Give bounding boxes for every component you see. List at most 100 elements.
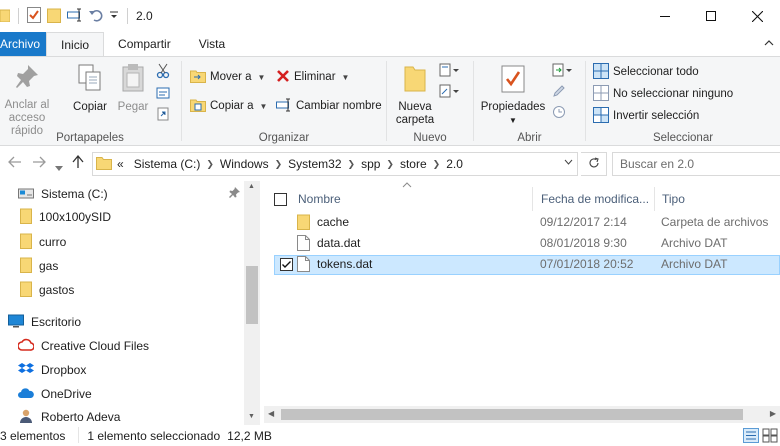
table-row-selected[interactable]: tokens.dat 07/01/2018 20:52 Archivo DAT bbox=[274, 255, 780, 275]
tab-inicio[interactable]: Inicio bbox=[46, 32, 105, 57]
address-overflow[interactable]: « bbox=[112, 157, 129, 171]
collapse-ribbon-icon[interactable] bbox=[764, 36, 774, 50]
breadcrumb-system32[interactable]: System32 bbox=[283, 157, 346, 171]
nav-item-escritorio[interactable]: Escritorio bbox=[8, 311, 81, 333]
easy-access-icon[interactable] bbox=[439, 84, 461, 101]
breadcrumb-2-0[interactable]: 2.0 bbox=[441, 157, 468, 171]
column-divider[interactable] bbox=[532, 187, 533, 211]
chevron-down-icon[interactable] bbox=[564, 157, 573, 167]
scrollbar-thumb[interactable] bbox=[246, 266, 258, 324]
file-name: cache bbox=[317, 215, 350, 229]
properties-icon[interactable] bbox=[27, 6, 41, 26]
breadcrumb-windows[interactable]: Windows bbox=[215, 157, 274, 171]
back-button[interactable] bbox=[8, 155, 22, 171]
desktop-icon bbox=[8, 314, 24, 331]
scroll-right-icon[interactable]: ▶ bbox=[770, 409, 776, 418]
nav-item-sistema[interactable]: Sistema (C:) bbox=[18, 183, 108, 205]
breadcrumb-sistema[interactable]: Sistema (C:) bbox=[129, 157, 206, 171]
maximize-button[interactable] bbox=[688, 0, 734, 32]
up-button[interactable] bbox=[72, 154, 84, 172]
delete-button[interactable]: Eliminar ▼ bbox=[276, 68, 349, 86]
column-header-date[interactable]: Fecha de modifica... bbox=[541, 187, 656, 211]
properties-button[interactable]: Propiedades ▼ bbox=[478, 63, 548, 127]
row-checkbox[interactable] bbox=[280, 258, 293, 274]
select-all-checkbox[interactable] bbox=[274, 187, 287, 211]
tab-vista[interactable]: Vista bbox=[185, 32, 239, 56]
cut-icon[interactable] bbox=[156, 63, 170, 82]
folder-icon bbox=[20, 257, 32, 276]
properties-icon bbox=[501, 63, 525, 97]
copy-button[interactable]: Copiar bbox=[70, 63, 110, 114]
nav-pane-scrollbar[interactable]: ▲ ▼ bbox=[244, 181, 260, 425]
search-input[interactable]: Buscar en 2.0 bbox=[612, 152, 780, 176]
scroll-up-icon[interactable]: ▲ bbox=[248, 183, 255, 190]
tab-compartir[interactable]: Compartir bbox=[104, 32, 185, 56]
folder-icon bbox=[96, 156, 112, 173]
minimize-button[interactable] bbox=[642, 0, 688, 32]
table-row[interactable]: data.dat 08/01/2018 9:30 Archivo DAT bbox=[274, 234, 780, 254]
pin-quick-access-button[interactable]: Anclar al acceso rápido bbox=[0, 63, 62, 138]
column-header-name[interactable]: Nombre bbox=[298, 187, 526, 211]
refresh-icon bbox=[588, 156, 600, 172]
nav-item-curro[interactable]: curro bbox=[20, 231, 66, 253]
creative-cloud-icon bbox=[17, 338, 35, 355]
scroll-left-icon[interactable]: ◀ bbox=[268, 409, 274, 418]
file-type: Carpeta de archivos bbox=[661, 215, 769, 229]
details-view-icon[interactable] bbox=[743, 428, 759, 446]
folder-icon bbox=[20, 233, 32, 252]
chevron-down-icon: ▼ bbox=[509, 116, 517, 125]
paste-shortcut-icon[interactable] bbox=[156, 107, 170, 124]
table-row[interactable]: cache 09/12/2017 2:14 Carpeta de archivo… bbox=[274, 213, 780, 233]
new-folder-icon[interactable] bbox=[47, 7, 61, 26]
recent-locations-button[interactable] bbox=[55, 159, 63, 175]
item-count: 3 elementos bbox=[0, 428, 66, 443]
nav-item-dropbox[interactable]: Dropbox bbox=[18, 359, 86, 381]
paste-button[interactable]: Pegar bbox=[113, 63, 153, 114]
large-icons-view-icon[interactable] bbox=[762, 428, 778, 446]
breadcrumb-store[interactable]: store bbox=[395, 157, 432, 171]
column-divider[interactable] bbox=[654, 187, 655, 211]
breadcrumb-spp[interactable]: spp bbox=[356, 157, 385, 171]
chevron-right-icon[interactable]: ❯ bbox=[347, 159, 357, 170]
file-list-scrollbar[interactable]: ◀ ▶ bbox=[264, 406, 780, 423]
chevron-right-icon[interactable]: ❯ bbox=[432, 159, 442, 170]
copy-path-icon[interactable] bbox=[156, 86, 170, 103]
rename-button[interactable]: Cambiar nombre bbox=[276, 97, 382, 115]
copy-to-button[interactable]: Copiar a ▼ bbox=[190, 97, 267, 115]
checkbox[interactable] bbox=[274, 192, 287, 206]
nav-item-100x100ysid[interactable]: 100x100ySID bbox=[20, 206, 111, 228]
nav-item-onedrive[interactable]: OneDrive bbox=[18, 383, 92, 405]
chevron-right-icon[interactable]: ❯ bbox=[274, 159, 284, 170]
invert-selection-button[interactable]: Invertir selección bbox=[593, 106, 699, 125]
pin-icon[interactable] bbox=[229, 187, 240, 201]
forward-button[interactable] bbox=[32, 155, 46, 171]
new-folder-button[interactable]: Nueva carpeta bbox=[393, 63, 437, 127]
pin-icon bbox=[14, 63, 40, 95]
customize-toolbar-icon[interactable] bbox=[109, 9, 119, 23]
nav-item-roberto-adeva[interactable]: Roberto Adeva bbox=[18, 406, 120, 425]
edit-icon[interactable] bbox=[552, 84, 574, 101]
nav-item-creative-cloud[interactable]: Creative Cloud Files bbox=[17, 335, 149, 357]
history-icon[interactable] bbox=[552, 105, 574, 122]
nav-item-gas[interactable]: gas bbox=[20, 255, 58, 277]
select-all-icon bbox=[593, 62, 609, 82]
nav-item-gastos[interactable]: gastos bbox=[20, 279, 74, 301]
address-bar[interactable]: « Sistema (C:) ❯ Windows ❯ System32 ❯ sp… bbox=[92, 152, 578, 176]
chevron-right-icon[interactable]: ❯ bbox=[385, 159, 395, 170]
chevron-right-icon[interactable]: ❯ bbox=[205, 159, 215, 170]
move-to-button[interactable]: Mover a ▼ bbox=[190, 68, 265, 86]
refresh-button[interactable] bbox=[581, 152, 607, 176]
open-icon[interactable] bbox=[552, 63, 574, 80]
folder-icon bbox=[0, 8, 11, 25]
undo-icon[interactable] bbox=[89, 8, 103, 25]
column-header-type[interactable]: Tipo bbox=[662, 187, 780, 211]
scroll-down-icon[interactable]: ▼ bbox=[248, 413, 255, 420]
rename-icon[interactable] bbox=[67, 8, 83, 25]
chevron-down-icon: ▼ bbox=[259, 101, 268, 111]
select-all-button[interactable]: Seleccionar todo bbox=[593, 62, 699, 82]
scrollbar-thumb[interactable] bbox=[281, 409, 743, 420]
close-button[interactable] bbox=[734, 0, 780, 32]
tab-archivo[interactable]: Archivo bbox=[0, 32, 47, 56]
new-item-icon[interactable] bbox=[439, 63, 461, 80]
select-none-button[interactable]: No seleccionar ninguno bbox=[593, 84, 733, 103]
